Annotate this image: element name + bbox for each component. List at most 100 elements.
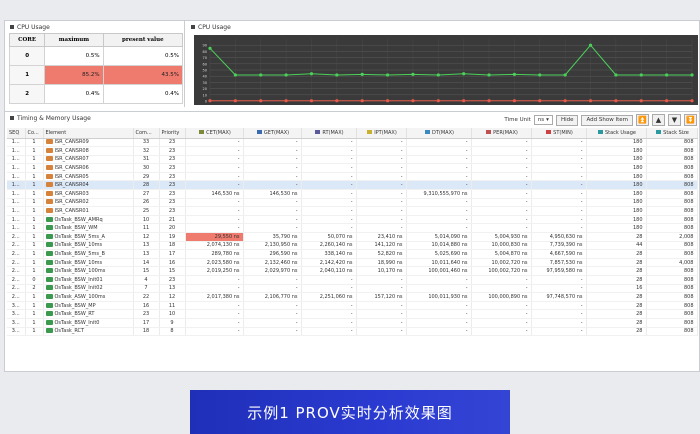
table-cell: -	[531, 180, 587, 191]
table-cell: 157,120 ns	[356, 292, 407, 302]
table-row[interactable]: 3... 1 OsTask_BSW_RT 23 10- - - - - - -28 808	[7, 309, 698, 319]
col-header[interactable]: Priority	[159, 128, 186, 139]
table-row[interactable]: 1... 1 ISR_CANSR05 29 23- - - - - - -180 808	[7, 172, 698, 182]
table-cell: 1...	[7, 163, 26, 173]
table-cell: -	[356, 146, 407, 156]
table-cell: 2,130,950 ns	[243, 241, 302, 251]
table-cell: 808	[646, 163, 698, 173]
element-name: OsTask_BSW_WM	[54, 225, 98, 232]
table-cell: 30	[133, 163, 160, 173]
table-cell: 15	[159, 266, 186, 276]
col-header[interactable]: CET(MAX)	[185, 128, 244, 139]
col-present-value[interactable]: present value	[102, 33, 184, 47]
table-cell: 2,074,130 ns	[185, 241, 244, 251]
table-cell: -	[356, 327, 407, 337]
table-cell: -	[185, 223, 244, 234]
table-row[interactable]: 1... 1 ISR_CANSR01 25 23- - - - - - -180 808	[7, 206, 698, 216]
table-row[interactable]: 1... 1 ISR_CANSR08 32 23- - - - - - -180 808	[7, 146, 698, 156]
hide-button[interactable]: Hide	[555, 114, 579, 126]
table-cell: 2,132,460 ns	[243, 258, 302, 268]
move-bottom-icon[interactable]: ⏬	[684, 114, 697, 126]
table-cell: 1	[25, 206, 44, 216]
col-header[interactable]: Co...	[25, 128, 44, 139]
col-header[interactable]: Element	[43, 128, 134, 139]
table-cell: -	[243, 327, 302, 337]
table-cell: 1	[25, 180, 44, 191]
table-cell: -	[471, 318, 532, 328]
table-row[interactable]: 1... 1 ISR_CANSR09 33 23- - - - - - -180 808	[7, 138, 698, 148]
table-cell: 1	[25, 215, 44, 225]
table-row[interactable]: 2... 1 OsTask_ASW_100ms 22 12 2,017,380 ns 2,1…	[7, 292, 698, 302]
isr-icon	[45, 199, 53, 205]
cpu-row[interactable]: 2 0.4% 0.4%	[8, 84, 184, 104]
move-down-icon[interactable]: ▼	[668, 114, 681, 126]
table-cell: 338,140 ns	[301, 249, 357, 259]
table-row[interactable]: 2... 1 OsTask_BSW_10ms 13 18 2,074,130 ns 2,13…	[7, 241, 698, 251]
table-cell: -	[471, 223, 532, 234]
col-header-label: CET(MAX)	[206, 129, 231, 136]
move-up-icon[interactable]: ▲	[652, 114, 665, 126]
table-row[interactable]: 1... 1 ISR_CANSR06 30 23- - - - - - -180 808	[7, 163, 698, 173]
table-cell: 10	[159, 309, 186, 319]
col-maximum[interactable]: maximum	[44, 33, 104, 47]
table-cell: -	[243, 206, 302, 216]
task-icon	[45, 276, 53, 282]
col-header[interactable]: Com...	[133, 128, 160, 139]
table-cell: -	[356, 206, 407, 216]
table-row[interactable]: 2... 2 OsTask_BSW_Init02 7 13- - - - - - -16 808	[7, 284, 698, 294]
app-window: CPU Usage CORE maximum present value 0 0.…	[4, 20, 700, 372]
col-header[interactable]: RT(MAX)	[301, 128, 357, 139]
table-cell: 5,004,930 ns	[471, 232, 532, 242]
column-type-icon	[486, 130, 492, 135]
series-line	[209, 44, 692, 76]
table-row[interactable]: 1... 1 ISR_CANSR04 28 23- - - - - - -180 808	[7, 180, 698, 191]
table-row[interactable]: 2... 1 OsTask_BSW_5ms_A 12 19 29,550 ns 35,790…	[7, 232, 698, 242]
table-cell: -	[471, 284, 532, 294]
move-top-icon[interactable]: ⏫	[636, 114, 649, 126]
table-cell: 100,000,890 ns	[471, 292, 532, 302]
table-row[interactable]: 2... 1 OsTask_BSW_5ms_B 13 17 289,780 ns 296,5…	[7, 249, 698, 259]
table-row[interactable]: 3... 1 OsTask_RCT 18 8- - - - - - -28 808	[7, 327, 698, 337]
table-row[interactable]: 2... 1 OsTask_BSW_100ms 15 15 2,019,250 ns 2,0…	[7, 266, 698, 276]
task-icon	[45, 302, 53, 308]
add-show-item-button[interactable]: Add Show Item	[581, 114, 633, 126]
col-header[interactable]: PER(MAX)	[471, 128, 532, 139]
cpu-row[interactable]: 1 85.2% 43.5%	[8, 65, 184, 85]
col-core[interactable]: CORE	[8, 33, 46, 47]
table-cell: -	[531, 318, 587, 328]
table-row[interactable]: 1... 1 OsTask_BSW_AMRq 10 21- - - - - - -180 808	[7, 215, 698, 225]
col-header[interactable]: SEQ	[7, 128, 26, 139]
data-point	[208, 46, 212, 50]
table-row[interactable]: 3... 1 OsTask_BSW_Init0 17 9- - - - - - -28 808	[7, 318, 698, 328]
table-row[interactable]: 1... 1 ISR_CANSR03 27 23 146,530 ns 146,530 ns…	[7, 189, 698, 199]
cpu-row[interactable]: 0 0.5% 0.5%	[8, 46, 184, 66]
table-row[interactable]: 2... 1 OsTask_BSW_10ms 14 16 2,023,580 ns 2,13…	[7, 258, 698, 268]
table-cell: 23	[159, 180, 186, 191]
time-unit-select[interactable]: ns ▾	[533, 115, 553, 125]
cpu-usage-chart: 0 10 20 30 40 50 60 70 80 90	[194, 35, 698, 105]
table-cell: -	[301, 284, 357, 294]
table-cell: OsTask_BSW_Init02	[43, 284, 134, 294]
task-icon	[45, 328, 53, 334]
col-header[interactable]: Stack Size	[646, 128, 698, 139]
col-header[interactable]: DT(MAX)	[406, 128, 472, 139]
table-cell: 808	[646, 318, 698, 328]
table-row[interactable]: 1... 1 ISR_CANSR02 26 23- - - - - - -180 808	[7, 198, 698, 208]
col-header[interactable]: IPT(MAX)	[356, 128, 407, 139]
table-cell: 28	[586, 249, 647, 259]
table-cell: 180	[586, 189, 647, 199]
col-header[interactable]: Stack Usage	[586, 128, 647, 139]
table-cell: 10,011,640 ns	[406, 258, 472, 268]
table-row[interactable]: 1... 1 OsTask_BSW_WM 11 20- - - - - - -180 808	[7, 223, 698, 234]
table-row[interactable]: 2... 0 OsTask_BSW_Init01 4 23- - - - - - -28 808	[7, 275, 698, 285]
col-header[interactable]: GET(MAX)	[243, 128, 302, 139]
panel-bullet-icon	[10, 25, 14, 29]
table-cell: 4,667,590 ns	[531, 249, 587, 259]
data-point	[360, 72, 364, 76]
table-cell: 26	[133, 198, 160, 208]
table-cell: 100,011,930 ns	[406, 292, 472, 302]
col-header[interactable]: ST(MIN)	[531, 128, 587, 139]
table-row[interactable]: 1... 1 ISR_CANSR07 31 23- - - - - - -180 808	[7, 155, 698, 165]
table-row[interactable]: 3... 1 OsTask_BSW_MP 16 11- - - - - - -28 808	[7, 301, 698, 311]
data-point	[614, 73, 618, 77]
